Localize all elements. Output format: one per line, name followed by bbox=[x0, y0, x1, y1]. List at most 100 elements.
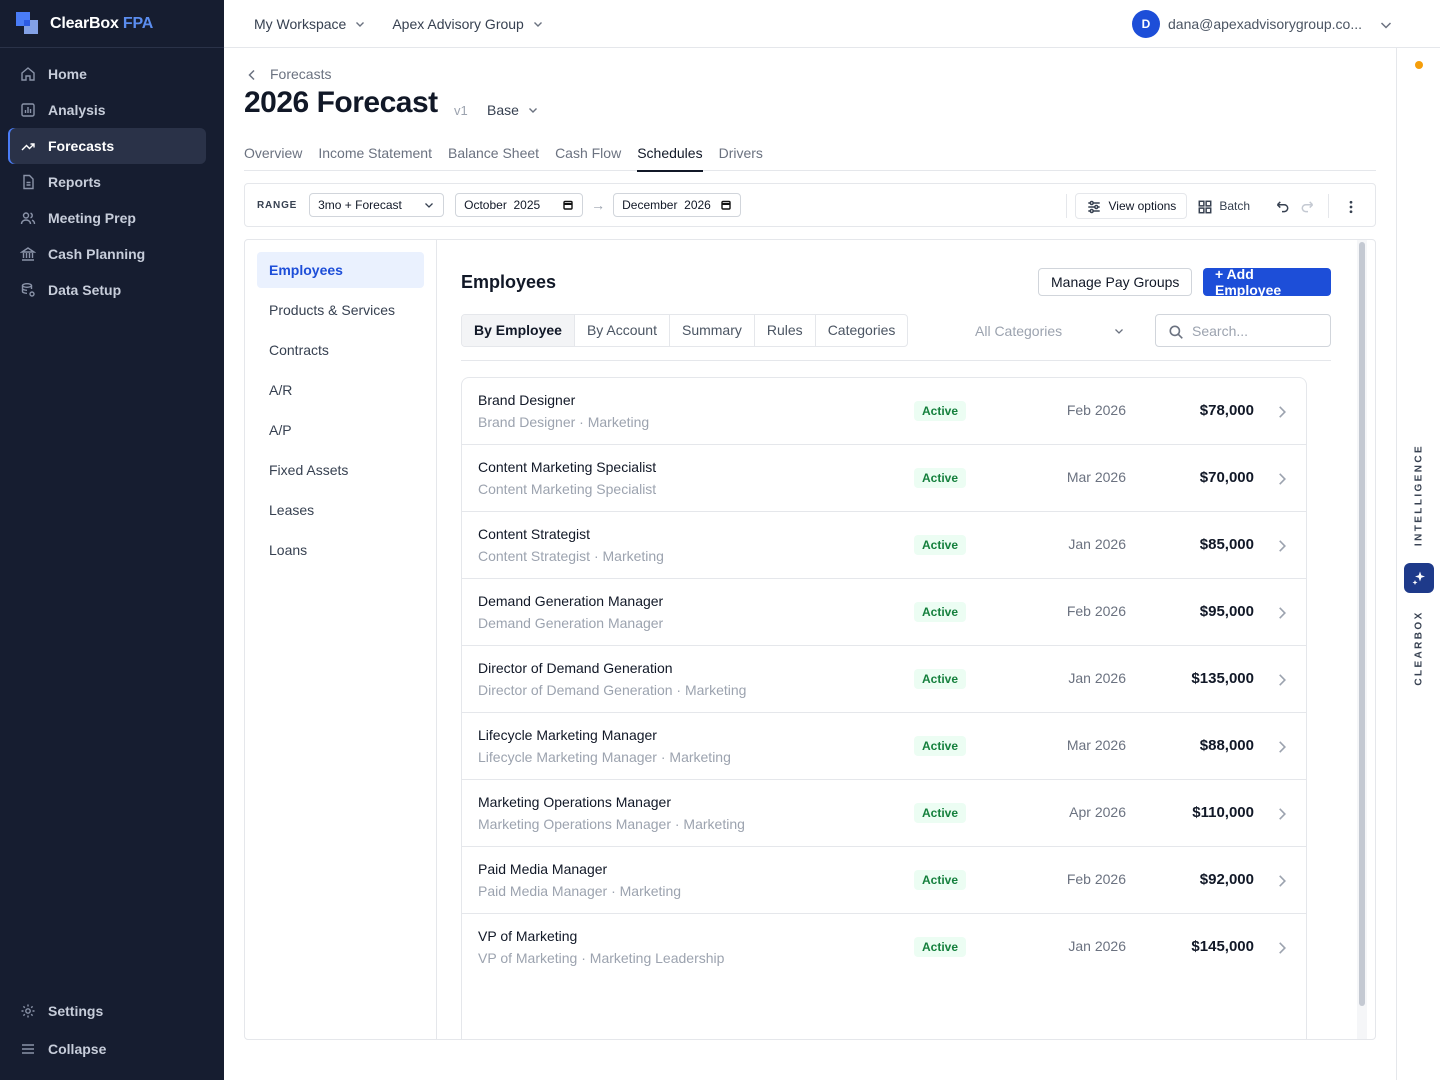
calendar-icon bbox=[720, 199, 732, 211]
subnav-employees[interactable]: Employees bbox=[257, 252, 424, 288]
employee-name: Content Marketing Specialist bbox=[478, 459, 657, 475]
start-date: Feb 2026 bbox=[1066, 871, 1126, 887]
subnav-leases[interactable]: Leases bbox=[257, 492, 424, 528]
employee-name: VP of Marketing bbox=[478, 928, 578, 944]
breadcrumb[interactable]: Forecasts bbox=[244, 66, 331, 82]
range-select[interactable]: 3mo + Forecast bbox=[309, 193, 445, 217]
status-badge: Active bbox=[914, 870, 967, 890]
sidebar-item-meeting-prep[interactable]: Meeting Prep bbox=[8, 200, 206, 236]
grid-icon bbox=[1197, 199, 1212, 214]
batch-label: Batch bbox=[1219, 199, 1250, 213]
chevron-down-icon bbox=[423, 199, 435, 211]
chevron-down-icon bbox=[532, 18, 544, 30]
sidebar-item-home[interactable]: Home bbox=[8, 56, 206, 92]
table-row[interactable]: Content Marketing Specialist Content Mar… bbox=[462, 445, 1306, 512]
start-date-input[interactable]: October 2025 bbox=[455, 193, 584, 217]
salary-amount: $88,000 bbox=[1199, 737, 1254, 754]
rail-intelligence-label: INTELLIGENCE bbox=[1413, 443, 1425, 547]
manage-pay-groups-button[interactable]: Manage Pay Groups bbox=[1038, 268, 1193, 296]
salary-amount: $135,000 bbox=[1191, 670, 1254, 687]
table-row[interactable]: Lifecycle Marketing Manager Lifecycle Ma… bbox=[462, 713, 1306, 780]
company-dropdown[interactable]: Apex Advisory Group bbox=[392, 16, 544, 32]
status-badge: Active bbox=[914, 602, 967, 622]
table-row[interactable]: VP of Marketing VP of Marketing · Market… bbox=[462, 914, 1306, 981]
employee-list: Brand Designer Brand Designer · Marketin… bbox=[461, 377, 1307, 1039]
breadcrumb-forecasts[interactable]: Forecasts bbox=[270, 66, 331, 82]
employee-subtitle: Demand Generation Manager bbox=[478, 615, 664, 631]
page-title: 2026 Forecast bbox=[244, 86, 438, 119]
subnav-loans[interactable]: Loans bbox=[257, 532, 424, 568]
sidebar-collapse[interactable]: Collapse bbox=[8, 1030, 206, 1068]
sidebar-item-cash-planning[interactable]: Cash Planning bbox=[8, 236, 206, 272]
segment-summary[interactable]: Summary bbox=[670, 315, 755, 346]
status-badge: Active bbox=[914, 803, 967, 823]
tab-income-statement[interactable]: Income Statement bbox=[318, 138, 432, 171]
view-options-button[interactable]: View options bbox=[1075, 193, 1188, 219]
sidebar-item-forecasts[interactable]: Forecasts bbox=[8, 128, 206, 164]
user-menu[interactable]: D dana@apexadvisorygroup.co... bbox=[1132, 10, 1392, 38]
database-icon bbox=[20, 282, 36, 298]
sidebar-bottom: Settings Collapse bbox=[0, 992, 224, 1080]
batch-button[interactable]: Batch bbox=[1187, 193, 1260, 219]
subnav-ap[interactable]: A/P bbox=[257, 412, 424, 448]
subnav-ar[interactable]: A/R bbox=[257, 372, 424, 408]
table-row[interactable]: Content Strategist Content Strategist · … bbox=[462, 512, 1306, 579]
logo[interactable]: ClearBox FPA bbox=[0, 0, 224, 48]
tab-cash-flow[interactable]: Cash Flow bbox=[555, 138, 621, 171]
table-row[interactable]: Brand Designer Brand Designer · Marketin… bbox=[462, 378, 1306, 445]
sidebar-item-settings[interactable]: Settings bbox=[8, 992, 206, 1030]
search-input[interactable] bbox=[1192, 322, 1312, 339]
view-options-label: View options bbox=[1108, 199, 1177, 213]
workspace-dropdown[interactable]: My Workspace bbox=[254, 16, 366, 32]
add-employee-button[interactable]: + Add Employee bbox=[1203, 266, 1331, 298]
segment-rules[interactable]: Rules bbox=[755, 315, 816, 346]
range-toolbar: RANGE 3mo + Forecast October 2025 → Dece… bbox=[244, 183, 1376, 227]
segment-by-employee[interactable]: By Employee bbox=[462, 315, 575, 346]
collapse-label: Collapse bbox=[48, 1041, 107, 1057]
more-options-button[interactable] bbox=[1337, 193, 1363, 219]
start-date: Mar 2026 bbox=[1066, 737, 1126, 753]
schedules-panel: Employees Products & Services Contracts … bbox=[244, 239, 1376, 1040]
sidebar: ClearBox FPA Home Analysis Forecasts Rep… bbox=[0, 0, 224, 1080]
segment-by-account[interactable]: By Account bbox=[575, 315, 670, 346]
bar-chart-icon bbox=[20, 102, 36, 118]
tab-balance-sheet[interactable]: Balance Sheet bbox=[448, 138, 539, 171]
sidebar-item-label: Analysis bbox=[48, 102, 106, 118]
status-badge: Active bbox=[914, 736, 967, 756]
employee-name: Director of Demand Generation bbox=[478, 660, 673, 676]
trending-up-icon bbox=[20, 138, 36, 154]
sidebar-item-reports[interactable]: Reports bbox=[8, 164, 206, 200]
table-row[interactable]: Director of Demand Generation Director o… bbox=[462, 646, 1306, 713]
brand-suffix: FPA bbox=[122, 14, 154, 32]
ai-assistant-button[interactable] bbox=[1404, 563, 1434, 593]
start-date: Jan 2026 bbox=[1068, 670, 1126, 686]
sidebar-item-data-setup[interactable]: Data Setup bbox=[8, 272, 206, 308]
tab-overview[interactable]: Overview bbox=[244, 138, 302, 171]
range-value: 3mo + Forecast bbox=[318, 198, 402, 212]
subnav-contracts[interactable]: Contracts bbox=[257, 332, 424, 368]
segment-categories[interactable]: Categories bbox=[816, 315, 908, 346]
table-row[interactable]: Demand Generation Manager Demand Generat… bbox=[462, 579, 1306, 646]
subnav-products-services[interactable]: Products & Services bbox=[257, 292, 424, 328]
scenario-dropdown[interactable]: Base bbox=[487, 102, 539, 118]
table-row[interactable]: Paid Media Manager Paid Media Manager · … bbox=[462, 847, 1306, 914]
employee-subtitle: Lifecycle Marketing Manager · Marketing bbox=[478, 749, 731, 765]
tab-drivers[interactable]: Drivers bbox=[719, 138, 763, 171]
scrollbar-thumb[interactable] bbox=[1359, 242, 1365, 1006]
table-row[interactable]: Marketing Operations Manager Marketing O… bbox=[462, 780, 1306, 847]
subnav-fixed-assets[interactable]: Fixed Assets bbox=[257, 452, 424, 488]
sidebar-item-analysis[interactable]: Analysis bbox=[8, 92, 206, 128]
range-label: RANGE bbox=[257, 199, 298, 211]
category-filter[interactable]: All Categories bbox=[963, 314, 1137, 347]
start-date: Apr 2026 bbox=[1069, 804, 1126, 820]
sparkle-icon bbox=[1411, 570, 1427, 586]
section-title: Employees bbox=[461, 272, 557, 292]
notification-dot[interactable] bbox=[1415, 61, 1423, 69]
tab-schedules[interactable]: Schedules bbox=[637, 138, 703, 172]
chevron-right-icon bbox=[1274, 739, 1288, 753]
document-icon bbox=[20, 174, 36, 190]
sidebar-nav: Home Analysis Forecasts Reports Meeting … bbox=[0, 48, 224, 308]
end-date-input[interactable]: December 2026 bbox=[613, 193, 742, 217]
redo-button[interactable] bbox=[1294, 193, 1320, 219]
undo-button[interactable] bbox=[1268, 193, 1294, 219]
